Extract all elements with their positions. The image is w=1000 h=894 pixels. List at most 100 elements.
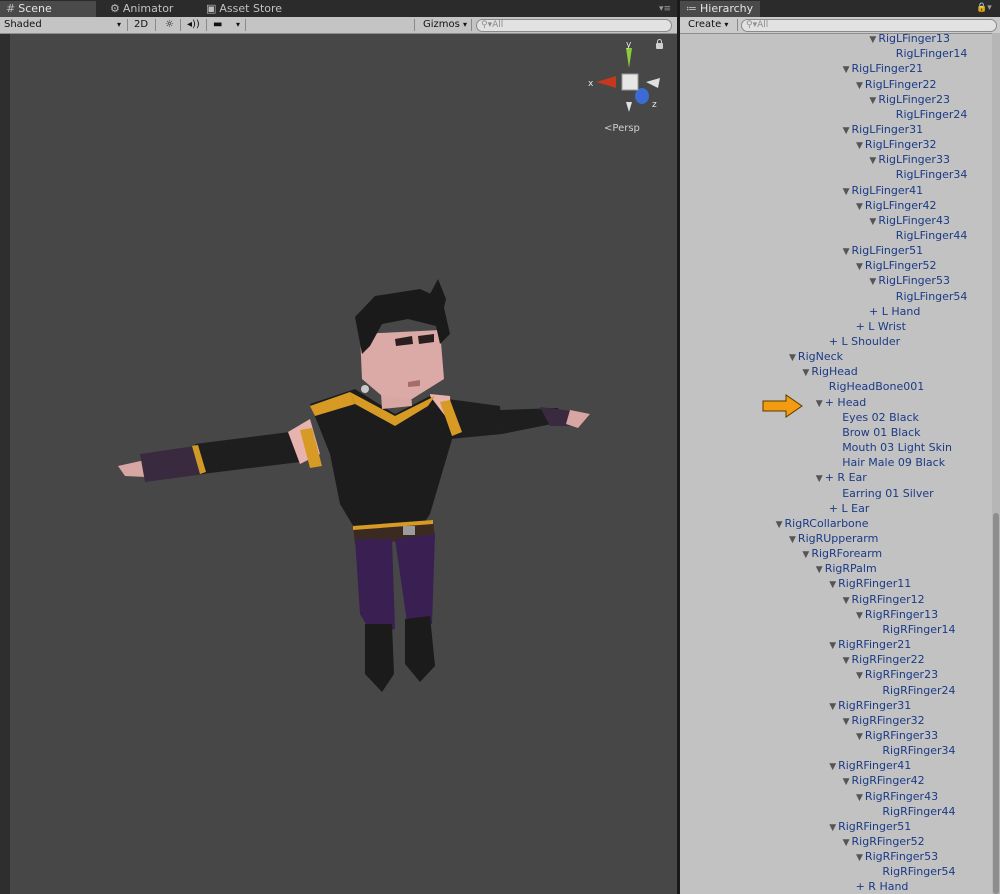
hierarchy-item[interactable]: + R Hand [843,879,909,894]
lighting-icon[interactable]: ☼ [165,17,174,33]
hierarchy-item[interactable]: ▼ + R Ear [816,470,867,485]
hierarchy-item[interactable]: ▼ RigLFinger53 [869,273,950,288]
hierarchy-item[interactable]: ▼ RigLFinger42 [856,198,937,213]
expand-triangle-icon[interactable]: ▼ [829,823,836,833]
hierarchy-item[interactable]: ▼ RigRUpperarm [789,531,878,546]
effects-chevron-icon[interactable]: ▾ [236,17,240,33]
hierarchy-item[interactable]: RigHeadBone001 [816,379,924,394]
hierarchy-item[interactable]: ▼ RigRFinger53 [856,849,938,864]
expand-triangle-icon[interactable]: ▼ [843,596,850,606]
hierarchy-item[interactable]: ▼ RigRFinger23 [856,667,938,682]
hierarchy-item[interactable]: ▼ RigRFinger13 [856,607,938,622]
hierarchy-item[interactable]: ▼ RigRFinger41 [829,758,911,773]
expand-triangle-icon[interactable]: ▼ [816,399,823,409]
hierarchy-item[interactable]: Brow 01 Black [829,425,920,440]
hierarchy-search-input[interactable]: ⚲▾All [741,19,997,32]
hierarchy-item[interactable]: ▼ RigLFinger43 [869,213,950,228]
shading-mode-dropdown[interactable]: Shaded [4,17,42,33]
expand-triangle-icon[interactable]: ▼ [856,141,863,151]
hierarchy-item[interactable]: ▼ RigRFinger42 [843,773,925,788]
expand-triangle-icon[interactable]: ▼ [869,96,876,106]
hierarchy-item[interactable]: RigRFinger14 [869,622,955,637]
hierarchy-item[interactable]: ▼ RigLFinger21 [843,61,924,76]
hierarchy-item[interactable]: Eyes 02 Black [829,410,919,425]
character-model[interactable] [10,34,677,894]
hierarchy-item[interactable]: ▼ RigRFinger33 [856,728,938,743]
expand-triangle-icon[interactable]: ▼ [856,671,863,681]
expand-triangle-icon[interactable]: ▼ [856,611,863,621]
hierarchy-item[interactable]: ▼ RigRForearm [802,546,882,561]
hierarchy-item[interactable]: + L Ear [816,501,870,516]
hierarchy-item[interactable]: + L Shoulder [816,334,900,349]
2d-toggle[interactable]: 2D [134,17,148,33]
expand-triangle-icon[interactable]: ▼ [843,838,850,848]
expand-triangle-icon[interactable]: ▼ [843,126,850,136]
hierarchy-item[interactable]: ▼ RigRCollarbone [776,516,869,531]
scene-search-input[interactable]: ⚲▾All [476,19,672,32]
hierarchy-item[interactable]: ▼ RigLFinger23 [869,92,950,107]
hierarchy-item[interactable]: + L Hand [856,304,920,319]
hierarchy-item[interactable]: ▼ RigLFinger51 [843,243,924,258]
expand-triangle-icon[interactable]: ▼ [816,474,823,484]
expand-triangle-icon[interactable]: ▼ [869,217,876,227]
hierarchy-item[interactable]: RigLFinger34 [883,167,968,182]
hierarchy-item[interactable]: RigLFinger54 [883,289,968,304]
expand-triangle-icon[interactable]: ▼ [843,247,850,257]
expand-triangle-icon[interactable]: ▼ [816,565,823,575]
hierarchy-item[interactable]: ▼ RigRFinger31 [829,698,911,713]
hierarchy-item[interactable]: ▼ RigLFinger22 [856,77,937,92]
expand-triangle-icon[interactable]: ▼ [789,535,796,545]
expand-triangle-icon[interactable]: ▼ [843,187,850,197]
expand-triangle-icon[interactable]: ▼ [776,520,783,530]
expand-triangle-icon[interactable]: ▼ [789,353,796,363]
expand-triangle-icon[interactable]: ▼ [856,81,863,91]
hierarchy-item[interactable]: ▼ RigRFinger43 [856,789,938,804]
hierarchy-item[interactable]: RigRFinger24 [869,683,955,698]
hierarchy-item[interactable]: ▼ + Head [816,395,866,410]
hierarchy-item[interactable]: ▼ RigRFinger11 [829,576,911,591]
expand-triangle-icon[interactable]: ▼ [856,262,863,272]
hierarchy-item[interactable]: ▼ RigLFinger33 [869,152,950,167]
hierarchy-item[interactable]: ▼ RigLFinger52 [856,258,937,273]
expand-triangle-icon[interactable]: ▼ [843,777,850,787]
hierarchy-item[interactable]: RigRFinger44 [869,804,955,819]
projection-toggle[interactable]: <Persp [604,123,640,134]
expand-triangle-icon[interactable]: ▼ [829,702,836,712]
hierarchy-item[interactable]: ▼ RigLFinger13 [869,33,950,46]
panel-menu-icon[interactable]: ▾≡ [659,4,671,14]
expand-triangle-icon[interactable]: ▼ [843,65,850,75]
hierarchy-scroll-thumb[interactable] [993,513,999,894]
expand-triangle-icon[interactable]: ▼ [843,656,850,666]
expand-triangle-icon[interactable]: ▼ [802,368,809,378]
expand-triangle-icon[interactable]: ▼ [869,35,876,45]
expand-triangle-icon[interactable]: ▼ [856,202,863,212]
hierarchy-lock-icon[interactable]: 🔒▾ [976,3,992,13]
orientation-gizmo[interactable]: y x z [580,40,662,122]
hierarchy-item[interactable]: Earring 01 Silver [829,486,933,501]
lock-icon[interactable] [656,39,663,49]
hierarchy-item[interactable]: Hair Male 09 Black [829,455,945,470]
tab-animator[interactable]: ⚙ Animator [104,1,200,17]
hierarchy-item[interactable]: ▼ RigRFinger51 [829,819,911,834]
hierarchy-item[interactable]: RigLFinger24 [883,107,968,122]
expand-triangle-icon[interactable]: ▼ [856,732,863,742]
hierarchy-item[interactable]: ▼ RigLFinger41 [843,183,924,198]
expand-triangle-icon[interactable]: ▼ [869,277,876,287]
hierarchy-item[interactable]: ▼ RigRFinger32 [843,713,925,728]
tab-hierarchy[interactable]: ≔ Hierarchy [680,1,760,17]
expand-triangle-icon[interactable]: ▼ [856,793,863,803]
hierarchy-item[interactable]: ▼ RigRFinger21 [829,637,911,652]
expand-triangle-icon[interactable]: ▼ [829,641,836,651]
hierarchy-item[interactable]: Mouth 03 Light Skin [829,440,952,455]
expand-triangle-icon[interactable]: ▼ [829,762,836,772]
expand-triangle-icon[interactable]: ▼ [869,156,876,166]
expand-triangle-icon[interactable]: ▼ [856,853,863,863]
hierarchy-item[interactable]: ▼ RigHead [802,364,857,379]
effects-icon[interactable]: ▬ [213,17,222,33]
hierarchy-item[interactable]: ▼ RigRFinger12 [843,592,925,607]
hierarchy-item[interactable]: RigRFinger54 [869,864,955,879]
hierarchy-item[interactable]: ▼ RigLFinger31 [843,122,924,137]
hierarchy-item[interactable]: RigRFinger34 [869,743,955,758]
hierarchy-item[interactable]: ▼ RigLFinger32 [856,137,937,152]
hierarchy-item[interactable]: ▼ RigRFinger52 [843,834,925,849]
